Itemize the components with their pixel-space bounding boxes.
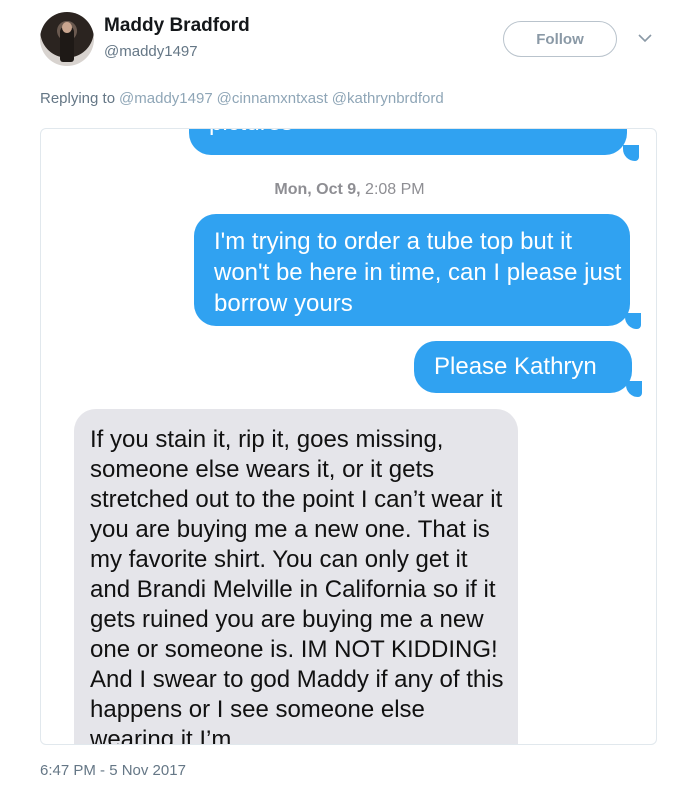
chevron-down-icon[interactable] (638, 33, 652, 43)
message-text: If you stain it, rip it, goes missing, s… (90, 426, 504, 745)
follow-button[interactable]: Follow (503, 21, 617, 57)
sent-message-bubble: I'm trying to order a tube top but it wo… (194, 214, 630, 326)
mention-link[interactable]: @cinnamxntxast (217, 90, 328, 107)
message-timestamp: Mon, Oct 9, 2:08 PM (41, 181, 656, 199)
avatar[interactable] (40, 12, 94, 66)
user-handle[interactable]: @maddy1497 (104, 43, 198, 60)
received-message-bubble: If you stain it, rip it, goes missing, s… (74, 409, 518, 745)
message-text: I'm trying to order a tube top but it wo… (214, 228, 622, 317)
replying-to-label: Replying to (40, 90, 116, 107)
sent-message-bubble: Please Kathryn (414, 341, 632, 393)
mention-link[interactable]: @maddy1497 (119, 90, 213, 107)
timestamp-day: Mon, Oct 9, (274, 181, 361, 198)
display-name[interactable]: Maddy Bradford (104, 15, 250, 37)
avatar-face (62, 22, 72, 33)
tweet-timestamp[interactable]: 6:47 PM - 5 Nov 2017 (40, 762, 186, 779)
bubble-tail (623, 145, 639, 161)
attached-screenshot[interactable]: pictures Mon, Oct 9, 2:08 PM I'm trying … (40, 128, 657, 745)
message-bubble-clipped: pictures (189, 129, 627, 155)
timestamp-time: 2:08 PM (365, 181, 425, 198)
bubble-tail (626, 381, 642, 397)
message-text: Please Kathryn (434, 353, 597, 380)
mention-link[interactable]: @kathrynbrdford (332, 90, 444, 107)
replying-to-line: Replying to @maddy1497 @cinnamxntxast @kath… (40, 90, 444, 107)
message-text: pictures (209, 129, 293, 137)
bubble-tail (625, 313, 641, 329)
tweet-header: Maddy Bradford @maddy1497 Follow (0, 0, 691, 80)
